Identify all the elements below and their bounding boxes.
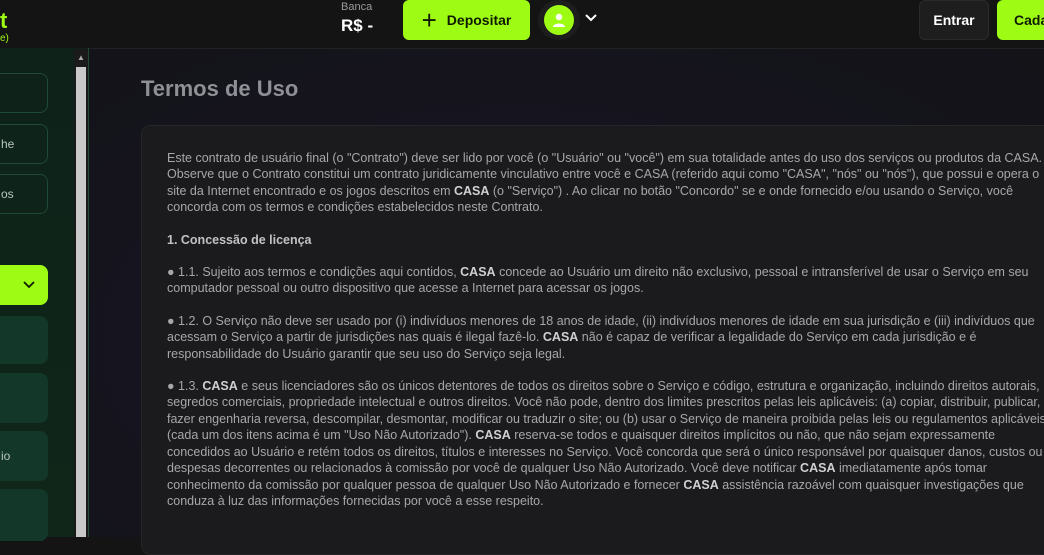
terms-card: Este contrato de usuário final (o "Contr… [141, 125, 1044, 555]
chevron-down-icon[interactable] [585, 10, 597, 26]
balance-label: Banca [341, 1, 373, 13]
scroll-thumb[interactable] [76, 67, 86, 537]
clause-1-3: ● 1.3. CASA e seus licenciadores são os … [167, 379, 1044, 508]
sidebar-item-6[interactable] [0, 373, 48, 423]
sidebar-item-8[interactable] [0, 489, 48, 541]
top-header: t e) Banca R$ - + Depositar Entrar Cada [0, 0, 1044, 49]
chevron-down-icon [23, 281, 35, 289]
sidebar-item-label: io [1, 449, 11, 463]
user-menu-button[interactable] [538, 0, 580, 40]
sidebar-item-active[interactable] [0, 265, 48, 305]
sidebar-item-label: os [1, 187, 14, 201]
page-title: Termos de Uso [141, 76, 299, 101]
plus-icon: + [421, 5, 437, 35]
sidebar-item-5[interactable] [0, 316, 48, 364]
section-heading: 1. Concessão de licença [167, 232, 312, 247]
balance-value: R$ - [341, 16, 374, 35]
sidebar-item-label: he [1, 137, 15, 151]
logo-subtitle: e) [0, 33, 9, 44]
deposit-button[interactable]: + Depositar [403, 0, 530, 40]
logo[interactable]: t [0, 10, 7, 32]
clause-1-1: ● 1.1. Sujeito aos termos e condições aq… [167, 265, 1029, 296]
user-icon [544, 5, 574, 35]
sidebar-item-7[interactable]: io [0, 431, 48, 481]
sidebar-item-3[interactable]: os [0, 174, 48, 214]
triangle-up-icon[interactable]: ▲ [74, 51, 88, 65]
terms-text: Este contrato de usuário final (o "Contr… [167, 150, 1044, 525]
sidebar-scrollbar[interactable]: ▲ [74, 49, 88, 537]
sidebar-item-2[interactable]: he [0, 124, 48, 164]
login-button[interactable]: Entrar [919, 0, 989, 40]
sidebar-item-1[interactable] [0, 73, 48, 113]
main-content: Termos de Uso Este contrato de usuário f… [89, 49, 1044, 555]
terms-intro: Este contrato de usuário final (o "Contr… [167, 151, 1043, 215]
clause-1-2: ● 1.2. O Serviço não deve ser usado por … [167, 313, 1035, 361]
deposit-label: Depositar [446, 12, 512, 28]
register-button[interactable]: Cada [997, 0, 1044, 40]
